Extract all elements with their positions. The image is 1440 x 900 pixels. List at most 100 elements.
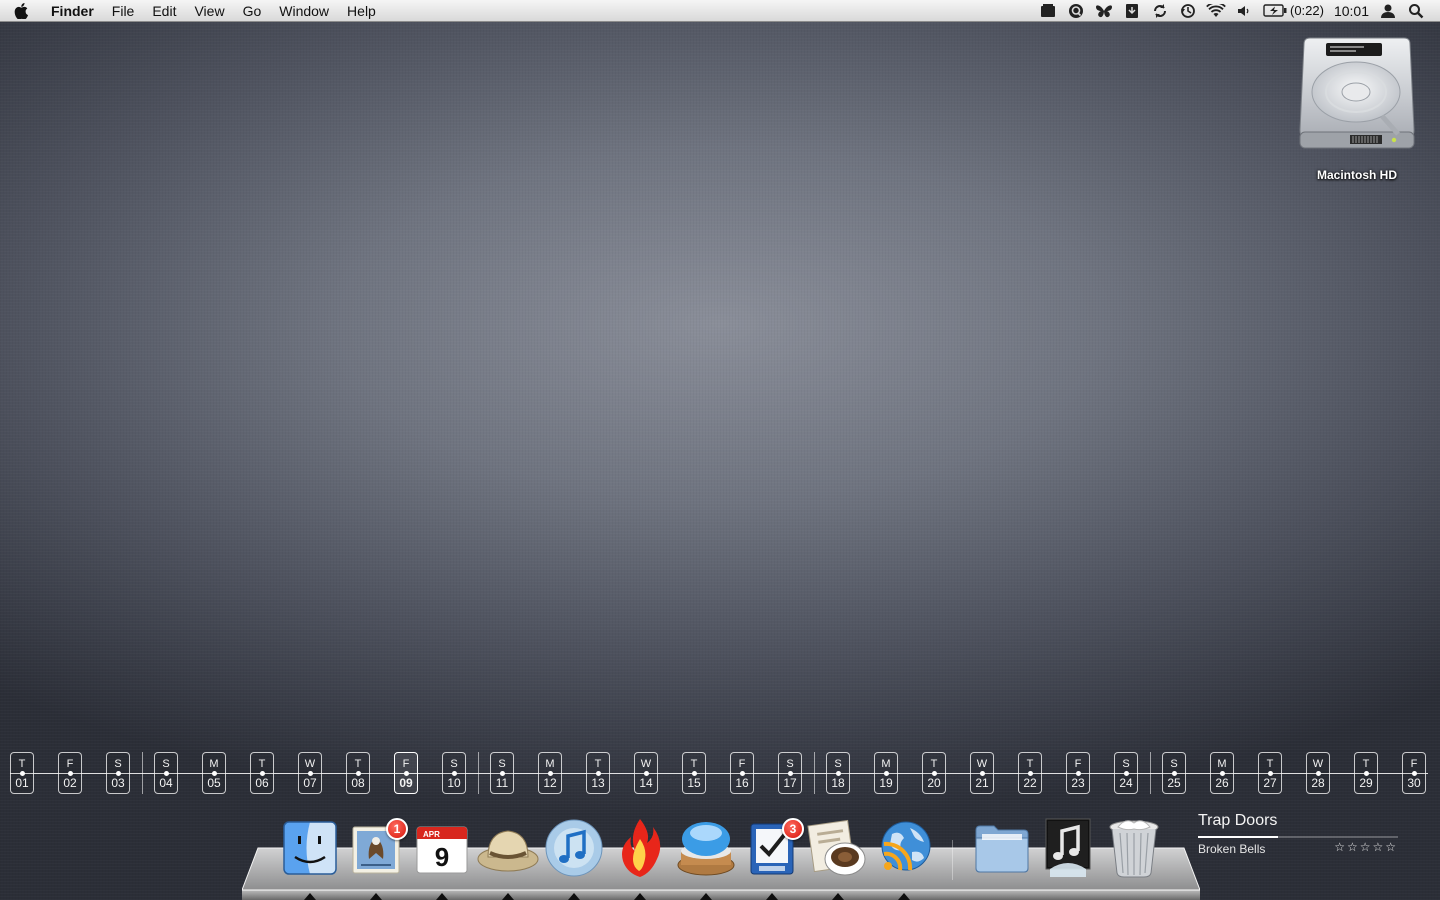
flame-app-icon xyxy=(622,819,661,877)
documents-folder-icon xyxy=(975,825,1029,873)
ical-month: APR xyxy=(423,830,440,839)
dock-documents-folder[interactable] xyxy=(970,814,1034,882)
calendar-day-13[interactable]: T 13 xyxy=(586,752,610,794)
calendar-date-number: 16 xyxy=(735,776,749,790)
ical-day: 9 xyxy=(435,842,449,872)
menu-window[interactable]: Window xyxy=(270,0,338,22)
menu-bar: Finder File Edit View Go Window Help (0:… xyxy=(0,0,1440,22)
running-indicator xyxy=(568,893,580,900)
butterfly-icon[interactable] xyxy=(1090,0,1118,22)
calendar-day-08[interactable]: T 08 xyxy=(346,752,370,794)
macintosh-hd-label: Macintosh HD xyxy=(1316,168,1397,182)
spotlight-search-icon[interactable] xyxy=(1402,0,1430,22)
dock-itunes[interactable] xyxy=(542,814,606,900)
calendar-day-14[interactable]: W 14 xyxy=(634,752,658,794)
calendar-date-number: 11 xyxy=(495,776,509,790)
calendar-weekday: S xyxy=(450,758,458,770)
calendar-day-20[interactable]: T 20 xyxy=(922,752,946,794)
now-playing-rating[interactable]: ☆☆☆☆☆ xyxy=(1334,840,1398,854)
quicksilver-icon[interactable] xyxy=(1062,0,1090,22)
calendar-day-06[interactable]: T 06 xyxy=(250,752,274,794)
dock-rss-app[interactable] xyxy=(872,814,936,900)
calendar-week-separator xyxy=(478,752,479,794)
calendar-day-09[interactable]: F 09 xyxy=(394,752,418,794)
apple-menu-icon[interactable] xyxy=(0,2,42,19)
menu-clock[interactable]: 10:01 xyxy=(1329,0,1374,22)
calendar-day-30[interactable]: F 30 xyxy=(1402,752,1426,794)
calendar-day-23[interactable]: F 23 xyxy=(1066,752,1090,794)
calendar-day-16[interactable]: F 16 xyxy=(730,752,754,794)
dock-mail[interactable]: 1 xyxy=(344,814,408,900)
menu-app-name[interactable]: Finder xyxy=(42,0,103,22)
time-machine-icon[interactable] xyxy=(1174,0,1202,22)
now-playing-progress-fill xyxy=(1198,836,1278,838)
wifi-icon[interactable] xyxy=(1202,0,1230,22)
dock-trash[interactable] xyxy=(1102,814,1166,882)
menu-view[interactable]: View xyxy=(185,0,233,22)
itunes-icon xyxy=(545,819,603,877)
download-icon[interactable] xyxy=(1118,0,1146,22)
calendar-day-01[interactable]: T 01 xyxy=(10,752,34,794)
calendar-day-10[interactable]: S 10 xyxy=(442,752,466,794)
calendar-weekday: F xyxy=(1074,758,1082,770)
running-indicator xyxy=(304,893,316,900)
calendar-date-number: 07 xyxy=(303,776,317,790)
running-indicator xyxy=(832,893,844,900)
calendar-date-number: 13 xyxy=(591,776,605,790)
calendar-day-22[interactable]: T 22 xyxy=(1018,752,1042,794)
volume-icon[interactable] xyxy=(1230,0,1258,22)
dock-button-app[interactable] xyxy=(674,814,738,900)
dock-task-app[interactable]: 3 xyxy=(740,814,804,900)
calendar-day-04[interactable]: S 04 xyxy=(154,752,178,794)
user-icon[interactable] xyxy=(1374,0,1402,22)
menu-help[interactable]: Help xyxy=(338,0,385,22)
calendar-date-number: 21 xyxy=(975,776,989,790)
safari-explorer-hat-icon xyxy=(477,830,539,872)
dock-finder[interactable] xyxy=(278,814,342,900)
sync-icon[interactable] xyxy=(1146,0,1174,22)
dock-flame-app[interactable] xyxy=(608,814,672,900)
menu-go[interactable]: Go xyxy=(234,0,271,22)
now-playing-progress[interactable] xyxy=(1198,836,1398,838)
calendar-day-05[interactable]: M 05 xyxy=(202,752,226,794)
calendar-day-27[interactable]: T 27 xyxy=(1258,752,1282,794)
calendar-day-18[interactable]: S 18 xyxy=(826,752,850,794)
calendar-day-21[interactable]: W 21 xyxy=(970,752,994,794)
calendar-day-07[interactable]: W 07 xyxy=(298,752,322,794)
calendar-day-25[interactable]: S 25 xyxy=(1162,752,1186,794)
calendar-day-24[interactable]: S 24 xyxy=(1114,752,1138,794)
calendar-day-15[interactable]: T 15 xyxy=(682,752,706,794)
menu-edit[interactable]: Edit xyxy=(143,0,185,22)
calendar-weekday: S xyxy=(786,758,794,770)
notes-icon[interactable] xyxy=(1034,0,1062,22)
calendar-weekday: S xyxy=(162,758,170,770)
ical-icon: APR 9 xyxy=(416,826,468,874)
calendar-date-number: 28 xyxy=(1311,776,1325,790)
calendar-day-19[interactable]: M 19 xyxy=(874,752,898,794)
calendar-date-number: 05 xyxy=(207,776,221,790)
calendar-day-29[interactable]: T 29 xyxy=(1354,752,1378,794)
calendar-weekday: W xyxy=(640,758,652,770)
dock-music-stack[interactable] xyxy=(1036,814,1100,882)
dock-ical[interactable]: APR 9 xyxy=(410,814,474,900)
calendar-day-26[interactable]: M 26 xyxy=(1210,752,1234,794)
running-indicator xyxy=(634,893,646,900)
calendar-day-02[interactable]: F 02 xyxy=(58,752,82,794)
menu-file[interactable]: File xyxy=(103,0,144,22)
calendar-day-03[interactable]: S 03 xyxy=(106,752,130,794)
calendar-weekday: T xyxy=(690,758,698,770)
calendar-day-17[interactable]: S 17 xyxy=(778,752,802,794)
calendar-day-28[interactable]: W 28 xyxy=(1306,752,1330,794)
calendar-weekday: S xyxy=(114,758,122,770)
running-indicator xyxy=(898,893,910,900)
mail-unread-badge: 1 xyxy=(386,818,408,840)
calendar-week-separator xyxy=(814,752,815,794)
calendar-day-11[interactable]: S 11 xyxy=(490,752,514,794)
dock-safari-hat[interactable] xyxy=(476,814,540,900)
calendar-weekday: W xyxy=(1312,758,1324,770)
battery-status[interactable]: (0:22) xyxy=(1258,3,1329,18)
calendar-date-number: 02 xyxy=(63,776,77,790)
macintosh-hd-desktop-icon[interactable]: Macintosh HD xyxy=(1292,34,1422,182)
dock-coffee-app[interactable] xyxy=(806,814,870,900)
calendar-day-12[interactable]: M 12 xyxy=(538,752,562,794)
